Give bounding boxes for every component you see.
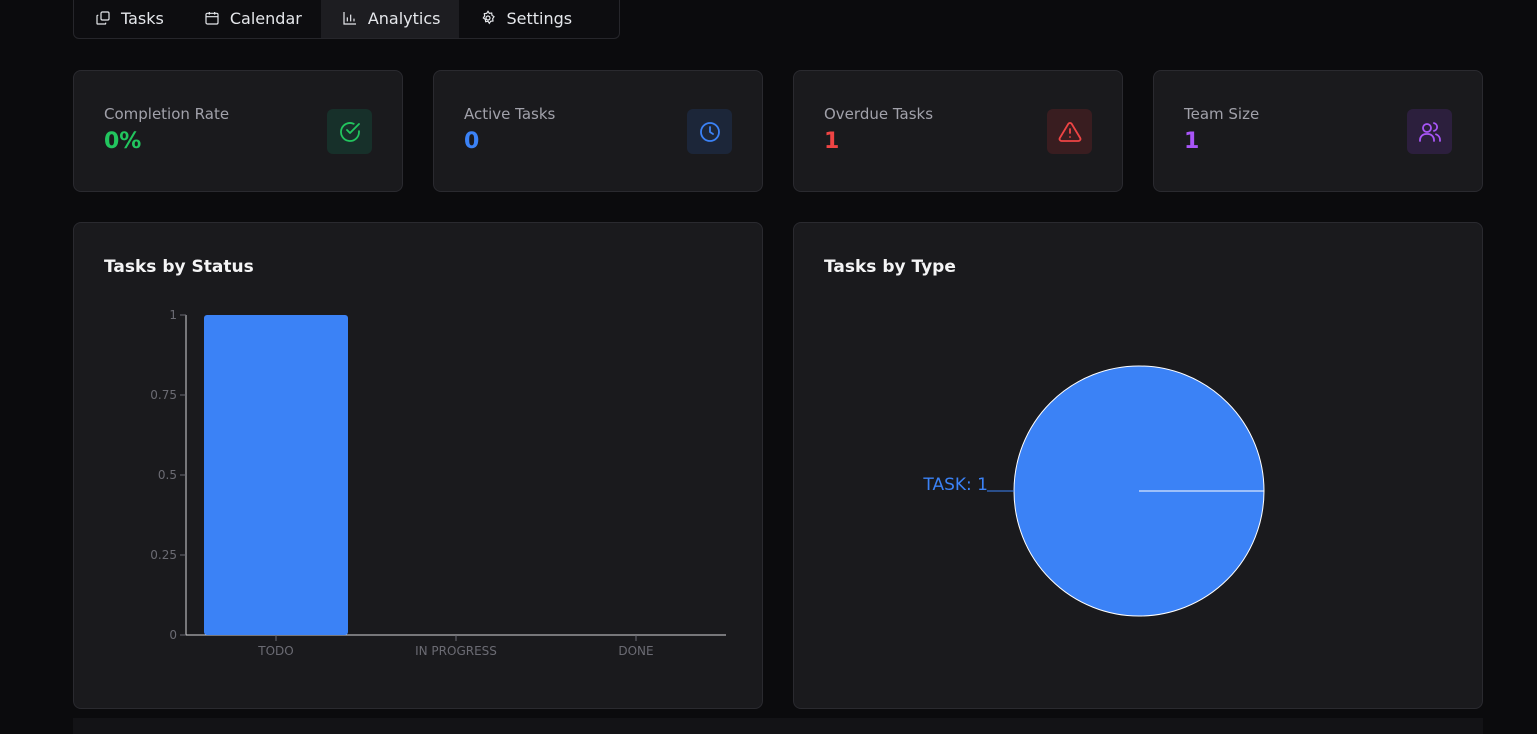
x-tick-label: TODO xyxy=(257,644,293,658)
bottom-strip xyxy=(73,718,1483,734)
stat-card-overdue-tasks: Overdue Tasks 1 xyxy=(793,70,1123,192)
stat-icon-box xyxy=(1407,109,1452,154)
stat-icon-box xyxy=(1047,109,1092,154)
tab-tasks[interactable]: Tasks xyxy=(74,0,183,38)
tab-label: Analytics xyxy=(367,8,441,28)
clock-icon xyxy=(699,121,720,142)
tab-label: Settings xyxy=(506,8,573,28)
status-bar-chart: 0 0.25 0.5 0.75 1 TODO IN PROGRESS DONE xyxy=(150,308,726,658)
tab-calendar[interactable]: Calendar xyxy=(183,0,321,38)
stat-label: Active Tasks xyxy=(464,105,556,123)
tab-label: Calendar xyxy=(229,8,302,28)
pie-slice-label: TASK: 1 xyxy=(922,475,988,495)
users-icon xyxy=(1418,121,1441,142)
stat-label: Team Size xyxy=(1184,105,1260,123)
y-tick-label: 1 xyxy=(169,308,177,322)
charts-row: Tasks by Status 0 0.25 0.5 0.75 1 TODO IN PROG… xyxy=(73,222,1483,709)
type-pie-chart: TASK: 1 xyxy=(922,365,1265,617)
analytics-icon xyxy=(343,12,356,25)
y-tick-label: 0.25 xyxy=(150,548,177,562)
x-tick-label: DONE xyxy=(618,644,653,658)
y-tick-label: 0 xyxy=(169,628,177,642)
tab-analytics[interactable]: Analytics xyxy=(320,0,460,38)
y-tick-label: 0.5 xyxy=(158,468,177,482)
stat-label: Overdue Tasks xyxy=(824,105,934,123)
calendar-icon xyxy=(205,12,219,25)
stat-value: 1 xyxy=(1184,129,1200,154)
tab-settings[interactable]: Settings xyxy=(459,0,591,38)
alert-triangle-icon xyxy=(1058,121,1081,142)
stats-row: Completion Rate 0% Active Tasks 0 Overdu… xyxy=(73,70,1483,192)
tab-bar: Tasks Calendar Analytics Settings xyxy=(73,0,620,39)
stat-card-completion-rate: Completion Rate 0% xyxy=(73,70,403,192)
stat-card-active-tasks: Active Tasks 0 xyxy=(433,70,763,192)
stat-icon-box xyxy=(687,109,732,154)
x-tick-label: IN PROGRESS xyxy=(415,644,497,658)
settings-icon xyxy=(482,10,496,25)
stat-value: 1 xyxy=(824,129,840,154)
stat-value: 0 xyxy=(464,129,480,154)
tasks-icon xyxy=(96,11,110,25)
y-tick-label: 0.75 xyxy=(150,388,177,402)
type-chart-panel: Tasks by Type TASK: 1 xyxy=(793,222,1483,709)
check-circle-icon xyxy=(339,121,360,142)
stat-label: Completion Rate xyxy=(104,105,230,123)
stat-icon-box xyxy=(327,109,372,154)
stat-card-team-size: Team Size 1 xyxy=(1153,70,1483,192)
tab-label: Tasks xyxy=(121,8,164,28)
stat-value: 0% xyxy=(104,129,142,154)
status-chart-panel: Tasks by Status 0 0.25 0.5 0.75 1 TODO IN PROG… xyxy=(73,222,763,709)
bar-todo[interactable] xyxy=(204,315,348,635)
